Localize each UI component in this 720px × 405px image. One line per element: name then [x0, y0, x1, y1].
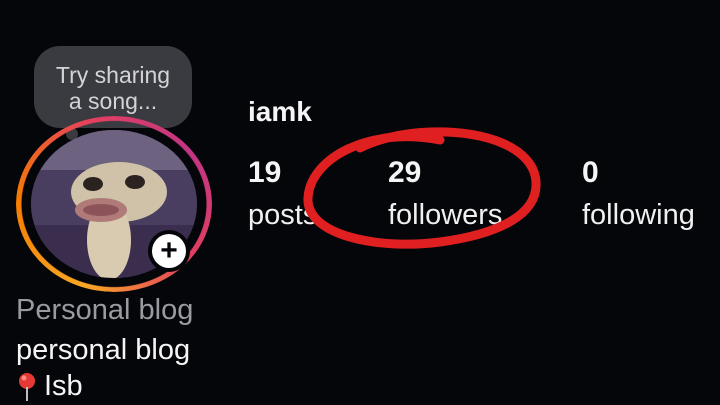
following-label: following — [582, 199, 695, 231]
following-count: 0 — [582, 156, 599, 189]
profile-category: Personal blog — [16, 294, 194, 326]
stat-posts[interactable]: 19 posts — [248, 156, 317, 232]
note-line-1: Try sharing — [55, 62, 171, 88]
followers-count: 29 — [388, 156, 422, 189]
posts-label: posts — [248, 199, 318, 231]
add-story-button[interactable]: + — [148, 230, 190, 272]
followers-label: followers — [388, 199, 503, 231]
posts-count: 19 — [248, 156, 282, 189]
profile-screen: Try sharing a song... + iamk 19 posts 29… — [0, 0, 720, 405]
note-line-2: a song... — [68, 88, 158, 114]
stat-following[interactable]: 0 following — [582, 156, 695, 232]
pin-icon — [19, 372, 35, 401]
stat-followers[interactable]: 29 followers — [388, 156, 502, 232]
bio-location: Isb — [16, 370, 83, 403]
username: iamk — [248, 96, 312, 127]
bio-text: personal blog — [16, 334, 191, 366]
plus-icon: + — [152, 234, 186, 268]
location-text: Isb — [44, 370, 83, 402]
